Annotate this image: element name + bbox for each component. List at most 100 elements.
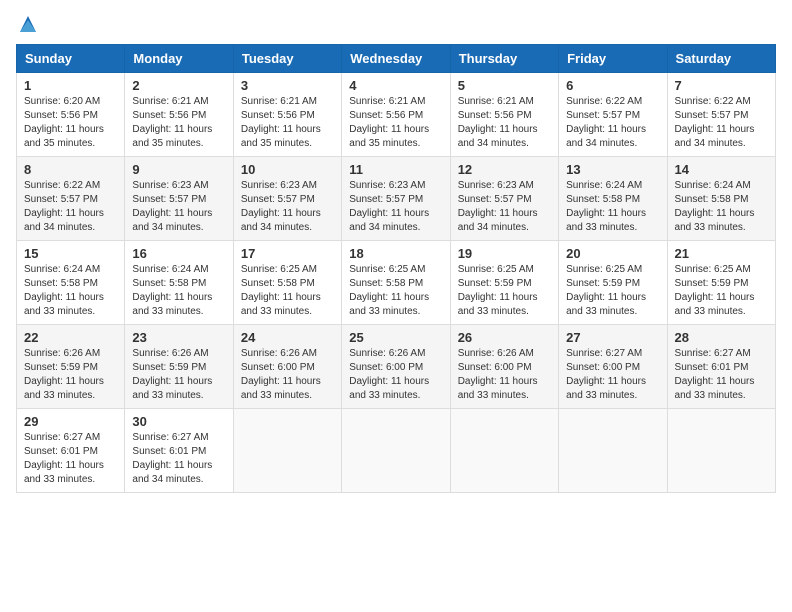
sunrise-text: Sunrise: 6:22 AM (24, 180, 100, 191)
calendar-cell: 14 Sunrise: 6:24 AM Sunset: 5:58 PM Dayl… (667, 157, 775, 241)
calendar-week-row: 15 Sunrise: 6:24 AM Sunset: 5:58 PM Dayl… (17, 241, 776, 325)
calendar-cell (342, 409, 450, 493)
day-info: Sunrise: 6:21 AM Sunset: 5:56 PM Dayligh… (132, 95, 225, 151)
day-number: 17 (241, 246, 334, 261)
day-number: 23 (132, 330, 225, 345)
calendar-day-header: Saturday (667, 45, 775, 73)
calendar-cell: 7 Sunrise: 6:22 AM Sunset: 5:57 PM Dayli… (667, 73, 775, 157)
daylight-text: Daylight: 11 hours and 34 minutes. (675, 124, 755, 149)
calendar-week-row: 29 Sunrise: 6:27 AM Sunset: 6:01 PM Dayl… (17, 409, 776, 493)
day-number: 27 (566, 330, 659, 345)
calendar-cell (559, 409, 667, 493)
day-info: Sunrise: 6:24 AM Sunset: 5:58 PM Dayligh… (566, 179, 659, 235)
day-number: 16 (132, 246, 225, 261)
logo-triangle-icon (18, 14, 38, 34)
sunset-text: Sunset: 5:58 PM (241, 278, 315, 289)
calendar-cell (233, 409, 341, 493)
daylight-text: Daylight: 11 hours and 33 minutes. (566, 208, 646, 233)
daylight-text: Daylight: 11 hours and 33 minutes. (24, 460, 104, 485)
sunrise-text: Sunrise: 6:25 AM (458, 264, 534, 275)
day-number: 25 (349, 330, 442, 345)
day-number: 22 (24, 330, 117, 345)
sunrise-text: Sunrise: 6:24 AM (132, 264, 208, 275)
day-info: Sunrise: 6:25 AM Sunset: 5:58 PM Dayligh… (241, 263, 334, 319)
calendar-cell: 6 Sunrise: 6:22 AM Sunset: 5:57 PM Dayli… (559, 73, 667, 157)
sunrise-text: Sunrise: 6:21 AM (241, 96, 317, 107)
day-number: 1 (24, 78, 117, 93)
day-info: Sunrise: 6:23 AM Sunset: 5:57 PM Dayligh… (132, 179, 225, 235)
day-info: Sunrise: 6:26 AM Sunset: 6:00 PM Dayligh… (458, 347, 551, 403)
sunset-text: Sunset: 5:56 PM (349, 110, 423, 121)
daylight-text: Daylight: 11 hours and 34 minutes. (132, 460, 212, 485)
sunset-text: Sunset: 5:58 PM (566, 194, 640, 205)
day-info: Sunrise: 6:21 AM Sunset: 5:56 PM Dayligh… (241, 95, 334, 151)
calendar-cell: 30 Sunrise: 6:27 AM Sunset: 6:01 PM Dayl… (125, 409, 233, 493)
daylight-text: Daylight: 11 hours and 35 minutes. (24, 124, 104, 149)
sunset-text: Sunset: 5:59 PM (24, 362, 98, 373)
daylight-text: Daylight: 11 hours and 33 minutes. (458, 292, 538, 317)
day-number: 6 (566, 78, 659, 93)
calendar-cell: 18 Sunrise: 6:25 AM Sunset: 5:58 PM Dayl… (342, 241, 450, 325)
sunrise-text: Sunrise: 6:26 AM (132, 348, 208, 359)
day-number: 7 (675, 78, 768, 93)
sunrise-text: Sunrise: 6:21 AM (349, 96, 425, 107)
calendar-cell: 21 Sunrise: 6:25 AM Sunset: 5:59 PM Dayl… (667, 241, 775, 325)
day-info: Sunrise: 6:27 AM Sunset: 6:01 PM Dayligh… (24, 431, 117, 487)
calendar-cell: 25 Sunrise: 6:26 AM Sunset: 6:00 PM Dayl… (342, 325, 450, 409)
sunset-text: Sunset: 5:59 PM (566, 278, 640, 289)
calendar-cell: 5 Sunrise: 6:21 AM Sunset: 5:56 PM Dayli… (450, 73, 558, 157)
sunset-text: Sunset: 5:58 PM (675, 194, 749, 205)
calendar-week-row: 1 Sunrise: 6:20 AM Sunset: 5:56 PM Dayli… (17, 73, 776, 157)
day-number: 13 (566, 162, 659, 177)
day-info: Sunrise: 6:25 AM Sunset: 5:59 PM Dayligh… (566, 263, 659, 319)
page-header (16, 16, 776, 34)
sunrise-text: Sunrise: 6:25 AM (241, 264, 317, 275)
calendar-day-header: Friday (559, 45, 667, 73)
sunrise-text: Sunrise: 6:21 AM (132, 96, 208, 107)
day-info: Sunrise: 6:24 AM Sunset: 5:58 PM Dayligh… (24, 263, 117, 319)
daylight-text: Daylight: 11 hours and 34 minutes. (24, 208, 104, 233)
day-number: 10 (241, 162, 334, 177)
sunset-text: Sunset: 5:57 PM (24, 194, 98, 205)
daylight-text: Daylight: 11 hours and 34 minutes. (458, 124, 538, 149)
day-number: 2 (132, 78, 225, 93)
sunset-text: Sunset: 6:00 PM (458, 362, 532, 373)
day-info: Sunrise: 6:20 AM Sunset: 5:56 PM Dayligh… (24, 95, 117, 151)
sunrise-text: Sunrise: 6:27 AM (24, 432, 100, 443)
daylight-text: Daylight: 11 hours and 33 minutes. (349, 292, 429, 317)
calendar-cell: 20 Sunrise: 6:25 AM Sunset: 5:59 PM Dayl… (559, 241, 667, 325)
sunrise-text: Sunrise: 6:23 AM (241, 180, 317, 191)
sunrise-text: Sunrise: 6:22 AM (566, 96, 642, 107)
day-number: 28 (675, 330, 768, 345)
sunset-text: Sunset: 5:57 PM (349, 194, 423, 205)
sunset-text: Sunset: 6:00 PM (241, 362, 315, 373)
sunrise-text: Sunrise: 6:22 AM (675, 96, 751, 107)
sunset-text: Sunset: 5:59 PM (132, 362, 206, 373)
sunset-text: Sunset: 6:01 PM (132, 446, 206, 457)
calendar-week-row: 8 Sunrise: 6:22 AM Sunset: 5:57 PM Dayli… (17, 157, 776, 241)
calendar-cell: 3 Sunrise: 6:21 AM Sunset: 5:56 PM Dayli… (233, 73, 341, 157)
calendar-day-header: Thursday (450, 45, 558, 73)
sunset-text: Sunset: 6:00 PM (566, 362, 640, 373)
day-info: Sunrise: 6:27 AM Sunset: 6:00 PM Dayligh… (566, 347, 659, 403)
sunset-text: Sunset: 5:57 PM (241, 194, 315, 205)
day-info: Sunrise: 6:25 AM Sunset: 5:59 PM Dayligh… (458, 263, 551, 319)
daylight-text: Daylight: 11 hours and 35 minutes. (132, 124, 212, 149)
sunset-text: Sunset: 6:01 PM (675, 362, 749, 373)
daylight-text: Daylight: 11 hours and 33 minutes. (24, 292, 104, 317)
calendar-cell: 2 Sunrise: 6:21 AM Sunset: 5:56 PM Dayli… (125, 73, 233, 157)
day-number: 5 (458, 78, 551, 93)
sunrise-text: Sunrise: 6:23 AM (132, 180, 208, 191)
sunrise-text: Sunrise: 6:25 AM (566, 264, 642, 275)
sunset-text: Sunset: 5:56 PM (241, 110, 315, 121)
calendar-cell: 19 Sunrise: 6:25 AM Sunset: 5:59 PM Dayl… (450, 241, 558, 325)
day-info: Sunrise: 6:22 AM Sunset: 5:57 PM Dayligh… (24, 179, 117, 235)
sunrise-text: Sunrise: 6:25 AM (675, 264, 751, 275)
day-number: 29 (24, 414, 117, 429)
day-info: Sunrise: 6:27 AM Sunset: 6:01 PM Dayligh… (132, 431, 225, 487)
day-info: Sunrise: 6:26 AM Sunset: 5:59 PM Dayligh… (132, 347, 225, 403)
sunset-text: Sunset: 5:59 PM (675, 278, 749, 289)
day-info: Sunrise: 6:25 AM Sunset: 5:58 PM Dayligh… (349, 263, 442, 319)
calendar-cell: 16 Sunrise: 6:24 AM Sunset: 5:58 PM Dayl… (125, 241, 233, 325)
calendar-week-row: 22 Sunrise: 6:26 AM Sunset: 5:59 PM Dayl… (17, 325, 776, 409)
